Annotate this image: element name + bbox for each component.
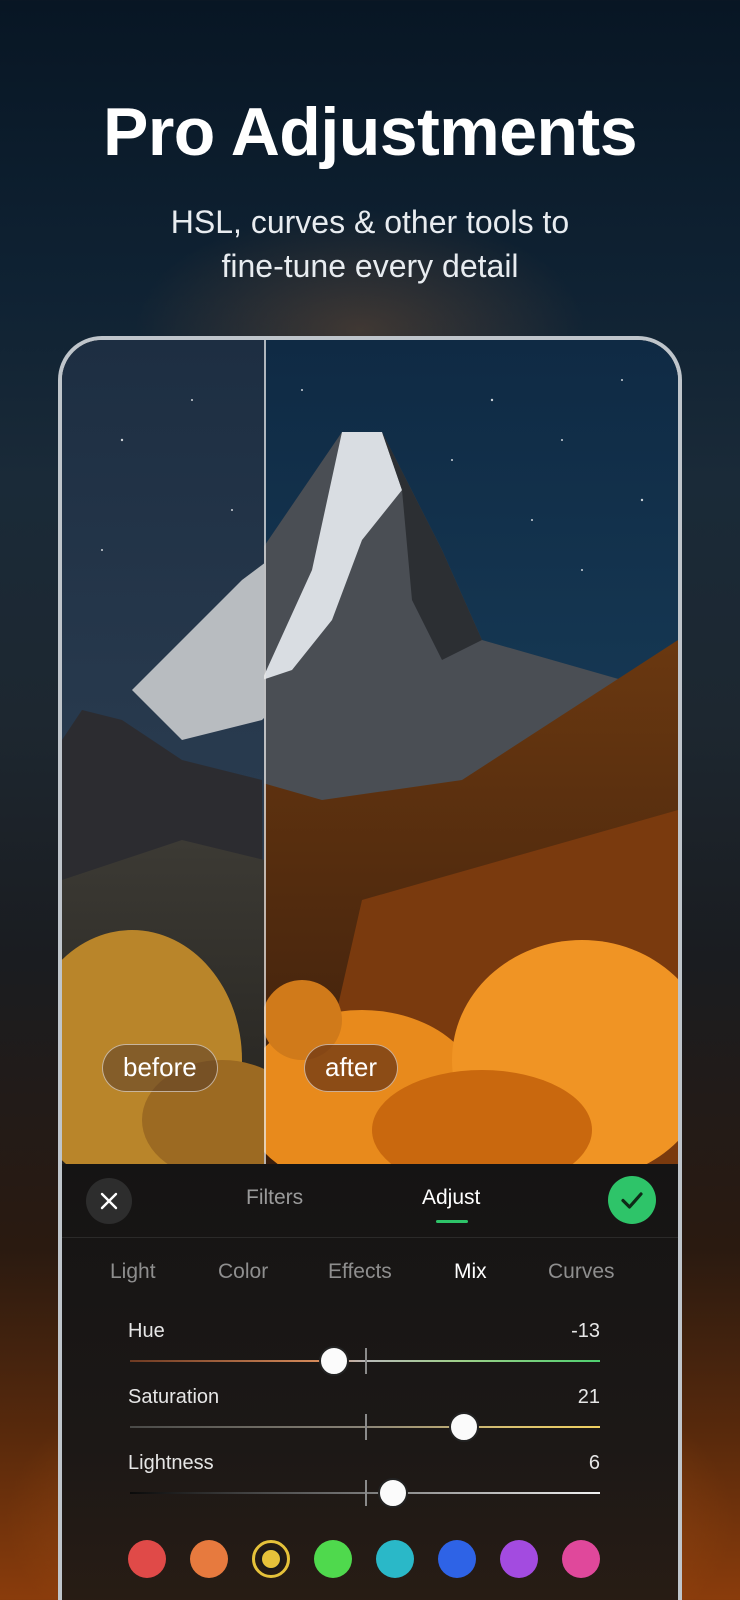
hue-label: Hue — [128, 1320, 165, 1342]
before-after-photo[interactable]: before after — [62, 340, 678, 1164]
hero-subtitle: HSL, curves & other tools to fine-tune e… — [0, 200, 740, 288]
swatch-magenta[interactable] — [562, 1540, 600, 1578]
hue-slider: Hue -13 — [128, 1320, 600, 1380]
compare-divider-handle[interactable] — [264, 340, 266, 1164]
saturation-label: Saturation — [128, 1386, 220, 1408]
adjust-panel: Filters Adjust Light Color Effects Mix C… — [62, 1164, 678, 1600]
swatch-green[interactable] — [314, 1540, 352, 1578]
swatch-red[interactable] — [128, 1540, 166, 1578]
swatch-purple[interactable] — [500, 1540, 538, 1578]
swatch-orange[interactable] — [190, 1540, 228, 1578]
swatch-aqua[interactable] — [376, 1540, 414, 1578]
hero-title: Pro Adjustments — [102, 94, 638, 170]
hero-subtitle-line-1: HSL, curves & other tools to — [170, 204, 570, 240]
lightness-label: Lightness — [128, 1452, 214, 1474]
saturation-knob[interactable] — [448, 1412, 479, 1442]
lightness-knob[interactable] — [378, 1478, 409, 1508]
category-curves[interactable]: Curves — [548, 1260, 615, 1284]
tab-adjust[interactable]: Adjust — [422, 1186, 480, 1210]
apply-button[interactable] — [608, 1176, 656, 1224]
hue-knob[interactable] — [319, 1346, 350, 1376]
swatch-blue[interactable] — [438, 1540, 476, 1578]
category-light[interactable]: Light — [110, 1260, 156, 1284]
active-tab-indicator — [436, 1220, 468, 1223]
saturation-center-tick — [365, 1414, 367, 1440]
tab-filters[interactable]: Filters — [246, 1186, 303, 1210]
hue-center-tick — [365, 1348, 367, 1374]
category-mix[interactable]: Mix — [454, 1260, 487, 1284]
close-icon — [100, 1192, 118, 1210]
hue-value: -13 — [571, 1320, 600, 1342]
saturation-value: 21 — [577, 1386, 600, 1408]
lightness-slider: Lightness 6 — [128, 1452, 600, 1512]
phone-frame: before after Filters Adjust Light Color … — [58, 336, 682, 1600]
hero-subtitle-line-2: fine-tune every detail — [221, 248, 519, 284]
mountain-photo — [62, 340, 678, 1164]
checkmark-icon — [621, 1192, 643, 1209]
adjust-category-tabs: Light Color Effects Mix Curves — [62, 1238, 678, 1304]
panel-toolbar: Filters Adjust — [62, 1164, 678, 1238]
saturation-slider: Saturation 21 — [128, 1386, 600, 1446]
category-effects[interactable]: Effects — [328, 1260, 392, 1284]
before-label: before — [102, 1044, 218, 1092]
color-channel-picker — [128, 1540, 608, 1580]
lightness-center-tick — [365, 1480, 367, 1506]
after-label: after — [304, 1044, 399, 1092]
close-button[interactable] — [86, 1178, 132, 1224]
swatch-yellow-fill — [260, 1548, 282, 1570]
category-color[interactable]: Color — [218, 1260, 268, 1284]
lightness-value: 6 — [588, 1452, 600, 1474]
swatch-yellow[interactable] — [252, 1540, 290, 1578]
